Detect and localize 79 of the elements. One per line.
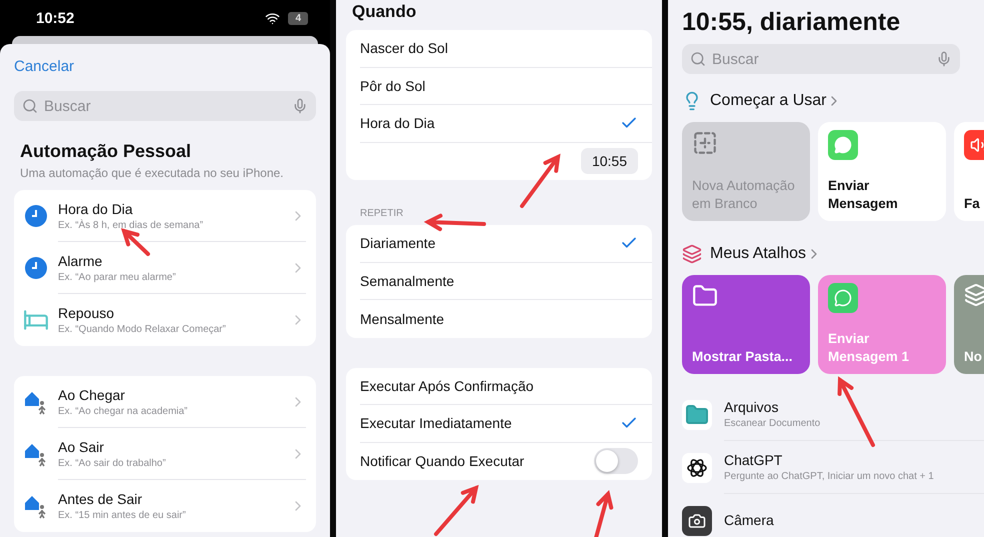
app-row[interactable]: ChatGPT Pergunte ao ChatGPT, Iniciar um novo chat + 1 — [682, 441, 984, 494]
tile-label: No — [964, 348, 983, 366]
trigger-title: Antes de Sair — [58, 491, 144, 507]
camera-icon — [682, 506, 712, 536]
speech-bubble-icon — [828, 130, 858, 160]
folder-icon — [682, 400, 712, 430]
trigger-example: Ex. “Ao parar meu alarme” — [58, 272, 177, 282]
option-label: Executar Após Confirmação — [360, 378, 535, 394]
trigger-example: Ex. “Às 8 h, em dias de semana” — [58, 220, 204, 230]
section-subtitle: Uma automação que é executada no seu iPhone. — [20, 166, 285, 180]
section-link[interactable]: Começar a Usar — [710, 92, 842, 110]
layers-icon — [964, 283, 984, 307]
tile-label: Enviar Mensagem — [828, 177, 899, 213]
trigger-row[interactable]: Repouso Ex. “Quando Modo Relaxar Começar” — [14, 294, 316, 346]
option-label: Executar Imediatamente — [360, 415, 513, 432]
cancel-button[interactable]: Cancelar — [14, 58, 74, 75]
trigger-row[interactable]: Alarme Ex. “Ao parar meu alarme” — [14, 242, 316, 294]
annotation-arrow — [592, 490, 614, 537]
app-action: Escanear Documento — [724, 418, 822, 429]
option-label: Mensalmente — [360, 310, 446, 327]
app-name: Câmera — [724, 512, 775, 528]
option-label: Hora do Dia — [360, 115, 436, 132]
annotation-arrow — [434, 484, 479, 536]
screen-title: 10:55, diariamente — [681, 7, 902, 38]
section-title: Automação Pessoal — [20, 141, 192, 162]
annotation-arrow — [838, 376, 875, 447]
annotation-arrow — [120, 228, 150, 256]
microphone-icon[interactable] — [936, 51, 952, 67]
toggle-switch[interactable] — [594, 448, 638, 474]
trigger-title: Ao Sair — [58, 438, 105, 454]
tile-label: Enviar Mensagem 1 — [828, 330, 910, 366]
option-label: Notificar Quando Executar — [360, 453, 526, 470]
wifi-icon — [265, 10, 280, 26]
tile-label: Mostrar Pasta... — [692, 348, 794, 366]
trigger-example: Ex. “Ao chegar na academia” — [58, 406, 189, 416]
tile-label: Nova Automação em Branco — [692, 177, 796, 213]
app-name: ChatGPT — [724, 452, 784, 468]
trigger-example: Ex. “15 min antes de eu sair” — [58, 510, 187, 521]
status-time: 10:52 — [36, 10, 74, 26]
search-field[interactable]: Buscar — [14, 91, 316, 121]
shortcut-tile[interactable]: Mostrar Pasta... — [682, 275, 810, 374]
option-label: Nascer do Sol — [360, 40, 449, 56]
clock-icon — [25, 257, 47, 279]
app-action: Pergunte ao ChatGPT, Iniciar um novo chat + 1 — [724, 471, 935, 482]
trigger-row[interactable]: Antes de Sair Ex. “15 min antes de eu sair” — [14, 480, 316, 532]
app-name: Arquivos — [724, 399, 780, 415]
layers-icon — [682, 244, 702, 264]
trigger-row[interactable]: Ao Chegar Ex. “Ao chegar na academia” — [14, 376, 316, 428]
chat-bubble-icon — [828, 283, 858, 313]
section-link[interactable]: Meus Atalhos — [710, 245, 822, 263]
trigger-example: Ex. “Ao sair do trabalho” — [58, 458, 167, 468]
time-picker[interactable]: 10:55 — [580, 148, 638, 174]
search-icon — [22, 98, 38, 114]
annotation-arrow — [520, 154, 560, 208]
trigger-example: Ex. “Quando Modo Relaxar Começar” — [58, 324, 227, 335]
search-field[interactable]: Buscar — [682, 44, 960, 74]
trigger-title: Alarme — [58, 252, 104, 268]
app-row[interactable]: Câmera — [682, 494, 984, 537]
tile-label: Fa — [964, 195, 981, 213]
trigger-title: Hora do Dia — [58, 200, 134, 216]
section-header: REPETIR — [360, 208, 404, 219]
folder-icon — [692, 283, 718, 309]
plus-square-icon — [692, 130, 718, 156]
trigger-title: Repouso — [58, 305, 116, 321]
trigger-row[interactable]: Ao Sair Ex. “Ao sair do trabalho” — [14, 428, 316, 480]
shortcut-tile[interactable]: Enviar Mensagem — [818, 122, 946, 221]
shortcut-tile[interactable]: Fa — [954, 122, 984, 221]
battery-indicator: 4 — [288, 12, 308, 24]
clock-icon — [25, 205, 47, 227]
trigger-title: Ao Chegar — [58, 386, 126, 402]
microphone-icon[interactable] — [292, 98, 308, 114]
annotation-arrow — [424, 214, 486, 232]
app-row[interactable]: Arquivos Escanear Documento — [682, 388, 984, 441]
search-icon — [690, 51, 706, 67]
option-label: Diariamente — [360, 235, 436, 252]
option-label: Pôr do Sol — [360, 78, 426, 94]
option-label: Semanalmente — [360, 272, 456, 289]
trigger-row[interactable]: Hora do Dia Ex. “Às 8 h, em dias de semana” — [14, 190, 316, 242]
screen-title: Quando — [351, 1, 418, 23]
